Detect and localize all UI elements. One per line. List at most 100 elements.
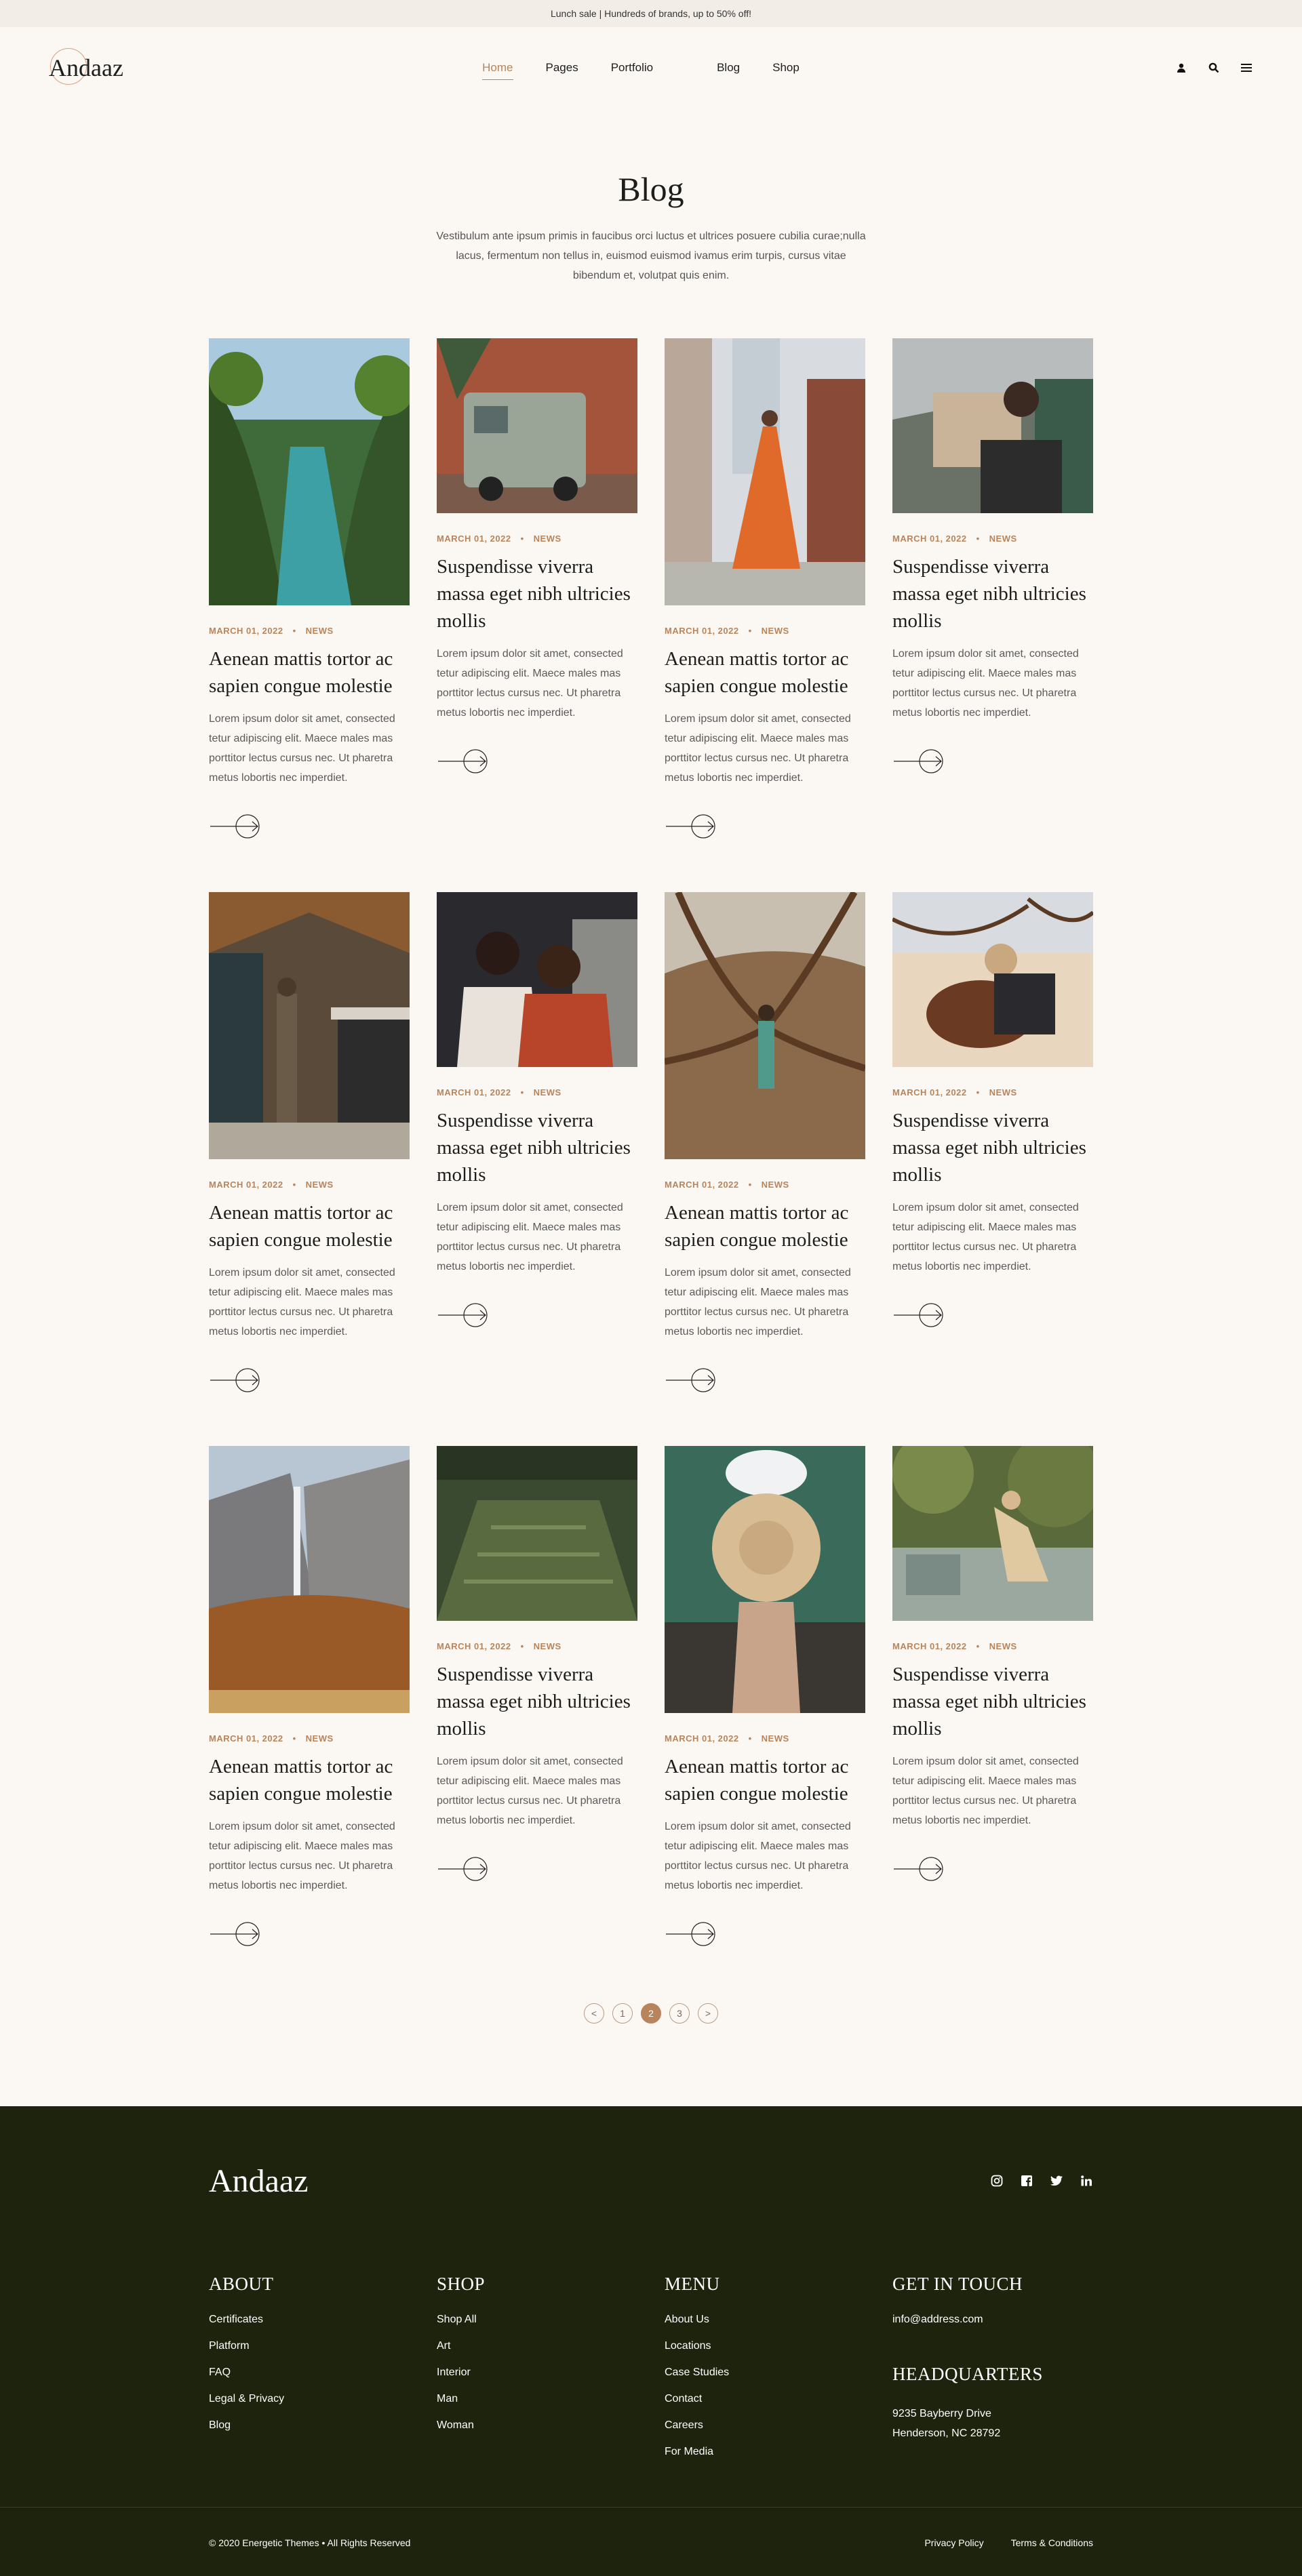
post-title[interactable]: Aenean mattis tortor ac sapien congue mo… bbox=[665, 645, 865, 700]
pagination-prev[interactable]: < bbox=[584, 2003, 604, 2024]
post-card: MARCH 01, 2022 • NEWS Suspendisse viverra … bbox=[437, 1446, 637, 1939]
post-card: MARCH 01, 2022 • NEWS Suspendisse viverra … bbox=[437, 338, 637, 831]
meta-separator: • bbox=[292, 626, 296, 636]
post-excerpt: Lorem ipsum dolor sit amet, consected te… bbox=[209, 1821, 395, 1891]
read-more-arrow-icon[interactable] bbox=[209, 1921, 260, 1947]
post-title[interactable]: Aenean mattis tortor ac sapien congue mo… bbox=[209, 645, 410, 700]
footer-link[interactable]: About Us bbox=[665, 2314, 892, 2326]
post-image[interactable] bbox=[892, 338, 1093, 513]
post-image[interactable] bbox=[892, 892, 1093, 1067]
post-excerpt: Lorem ipsum dolor sit amet, consected te… bbox=[892, 1756, 1079, 1826]
post-title[interactable]: Suspendisse viverra massa eget nibh ultr… bbox=[892, 1107, 1093, 1188]
user-icon[interactable] bbox=[1175, 61, 1188, 75]
footer-link[interactable]: Case Studies bbox=[665, 2367, 892, 2379]
instagram-icon[interactable] bbox=[990, 2174, 1004, 2188]
post-title[interactable]: Suspendisse viverra massa eget nibh ultr… bbox=[437, 1107, 637, 1188]
post-image[interactable] bbox=[437, 338, 637, 513]
footer-link[interactable]: Man bbox=[437, 2393, 665, 2405]
footer-logo[interactable]: Andaaz bbox=[209, 2162, 309, 2200]
search-icon[interactable] bbox=[1207, 61, 1221, 75]
post-excerpt: Lorem ipsum dolor sit amet, consected te… bbox=[892, 1202, 1079, 1272]
post-image[interactable] bbox=[209, 1446, 410, 1713]
post-title[interactable]: Aenean mattis tortor ac sapien congue mo… bbox=[209, 1753, 410, 1807]
linkedin-icon[interactable] bbox=[1080, 2174, 1093, 2188]
footer-link[interactable]: Locations bbox=[665, 2340, 892, 2352]
post-excerpt: Lorem ipsum dolor sit amet, consected te… bbox=[665, 1267, 851, 1337]
nav-shop[interactable]: Shop bbox=[772, 57, 800, 79]
read-more-arrow-icon[interactable] bbox=[892, 748, 944, 774]
read-more-arrow-icon[interactable] bbox=[892, 1302, 944, 1328]
footer-link[interactable]: Blog bbox=[209, 2419, 437, 2432]
footer-link[interactable]: Contact bbox=[665, 2393, 892, 2405]
post-category[interactable]: NEWS bbox=[306, 1180, 334, 1190]
post-date: MARCH 01, 2022 bbox=[437, 1087, 511, 1098]
post-image[interactable] bbox=[665, 1446, 865, 1713]
post-date: MARCH 01, 2022 bbox=[892, 1641, 967, 1651]
post-meta: MARCH 01, 2022 • NEWS bbox=[209, 1733, 410, 1744]
post-image[interactable] bbox=[665, 338, 865, 605]
footer-bottom-bar: © 2020 Energetic Themes • All Rights Res… bbox=[0, 2507, 1302, 2576]
footer-link[interactable]: Certificates bbox=[209, 2314, 437, 2326]
post-category[interactable]: NEWS bbox=[306, 626, 334, 636]
nav-home[interactable]: Home bbox=[482, 57, 513, 80]
footer-link[interactable]: For Media bbox=[665, 2446, 892, 2458]
meta-separator: • bbox=[748, 626, 752, 636]
footer-link[interactable]: Careers bbox=[665, 2419, 892, 2432]
footer-email-link[interactable]: info@address.com bbox=[892, 2314, 1120, 2326]
read-more-arrow-icon[interactable] bbox=[437, 748, 488, 774]
read-more-arrow-icon[interactable] bbox=[892, 1856, 944, 1882]
nav-pages[interactable]: Pages bbox=[546, 57, 578, 79]
read-more-arrow-icon[interactable] bbox=[437, 1302, 488, 1328]
post-title[interactable]: Suspendisse viverra massa eget nibh ultr… bbox=[437, 1661, 637, 1742]
footer-link[interactable]: Woman bbox=[437, 2419, 665, 2432]
post-category[interactable]: NEWS bbox=[306, 1733, 334, 1744]
post-category[interactable]: NEWS bbox=[989, 1641, 1017, 1651]
post-category[interactable]: NEWS bbox=[534, 1641, 561, 1651]
read-more-arrow-icon[interactable] bbox=[209, 813, 260, 839]
post-date: MARCH 01, 2022 bbox=[892, 534, 967, 544]
footer-link[interactable]: Legal & Privacy bbox=[209, 2393, 437, 2405]
post-category[interactable]: NEWS bbox=[534, 534, 561, 544]
post-title[interactable]: Aenean mattis tortor ac sapien congue mo… bbox=[665, 1199, 865, 1253]
pagination-page-1[interactable]: 1 bbox=[612, 2003, 633, 2024]
post-title[interactable]: Aenean mattis tortor ac sapien congue mo… bbox=[665, 1753, 865, 1807]
nav-blog[interactable]: Blog bbox=[717, 57, 740, 79]
read-more-arrow-icon[interactable] bbox=[665, 813, 716, 839]
read-more-arrow-icon[interactable] bbox=[437, 1856, 488, 1882]
terms-link[interactable]: Terms & Conditions bbox=[1011, 2537, 1093, 2548]
post-title[interactable]: Aenean mattis tortor ac sapien congue mo… bbox=[209, 1199, 410, 1253]
promo-bar: Lunch sale | Hundreds of brands, up to 5… bbox=[0, 0, 1302, 27]
post-category[interactable]: NEWS bbox=[762, 1733, 789, 1744]
read-more-arrow-icon[interactable] bbox=[665, 1367, 716, 1393]
nav-portfolio[interactable]: Portfolio bbox=[611, 57, 653, 79]
post-category[interactable]: NEWS bbox=[762, 626, 789, 636]
footer-link[interactable]: Art bbox=[437, 2340, 665, 2352]
post-image[interactable] bbox=[437, 1446, 637, 1621]
post-category[interactable]: NEWS bbox=[989, 1087, 1017, 1098]
post-category[interactable]: NEWS bbox=[762, 1180, 789, 1190]
privacy-policy-link[interactable]: Privacy Policy bbox=[924, 2537, 983, 2548]
post-image[interactable] bbox=[665, 892, 865, 1159]
post-image[interactable] bbox=[892, 1446, 1093, 1621]
pagination-page-3[interactable]: 3 bbox=[669, 2003, 690, 2024]
post-image[interactable] bbox=[209, 338, 410, 605]
pagination-next[interactable]: > bbox=[698, 2003, 718, 2024]
pagination-page-2-current[interactable]: 2 bbox=[641, 2003, 661, 2024]
menu-icon[interactable] bbox=[1240, 61, 1253, 75]
post-image[interactable] bbox=[209, 892, 410, 1159]
footer-link[interactable]: FAQ bbox=[209, 2367, 437, 2379]
footer-link[interactable]: Interior bbox=[437, 2367, 665, 2379]
facebook-icon[interactable] bbox=[1020, 2174, 1033, 2188]
footer-link[interactable]: Shop All bbox=[437, 2314, 665, 2326]
post-title[interactable]: Suspendisse viverra massa eget nibh ultr… bbox=[892, 1661, 1093, 1742]
read-more-arrow-icon[interactable] bbox=[665, 1921, 716, 1947]
post-title[interactable]: Suspendisse viverra massa eget nibh ultr… bbox=[437, 553, 637, 635]
post-category[interactable]: NEWS bbox=[534, 1087, 561, 1098]
logo[interactable]: Andaaz bbox=[49, 48, 123, 85]
footer-link[interactable]: Platform bbox=[209, 2340, 437, 2352]
post-category[interactable]: NEWS bbox=[989, 534, 1017, 544]
post-image[interactable] bbox=[437, 892, 637, 1067]
read-more-arrow-icon[interactable] bbox=[209, 1367, 260, 1393]
post-title[interactable]: Suspendisse viverra massa eget nibh ultr… bbox=[892, 553, 1093, 635]
twitter-icon[interactable] bbox=[1050, 2174, 1063, 2188]
